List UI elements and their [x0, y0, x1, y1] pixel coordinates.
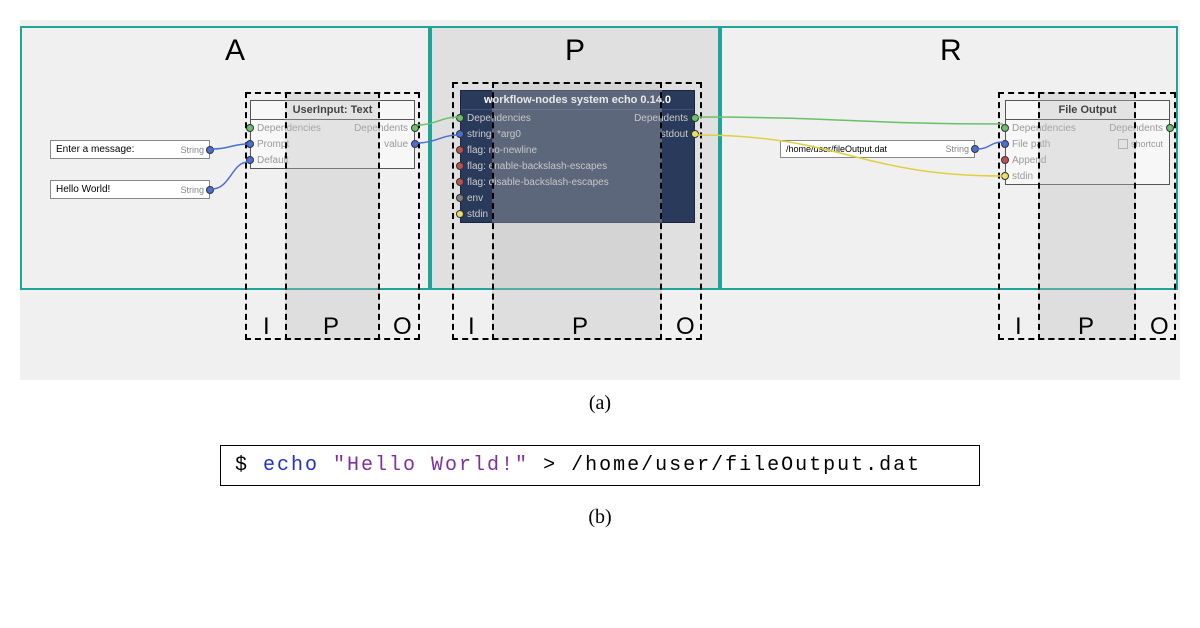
port-icon: [971, 145, 979, 153]
filepath-text: /home/user/fileOutput.dat: [786, 144, 887, 154]
filepath-type: String: [945, 144, 969, 154]
prompt-input[interactable]: Enter a message: String: [50, 140, 210, 159]
ipo-r-i: I: [1015, 313, 1022, 341]
command-line: $ echo "Hello World!" > /home/user/fileO…: [220, 445, 980, 486]
ipo-p-p: [492, 82, 662, 340]
value-input-text: Hello World!: [56, 184, 110, 195]
ipo-r-p: [1038, 92, 1136, 340]
section-p-label: P: [565, 34, 585, 68]
ipo-a-p: [285, 92, 380, 340]
prompt-input-text: Enter a message:: [56, 144, 134, 155]
ipo-p-o: O: [676, 313, 695, 341]
section-r-label: R: [940, 34, 962, 68]
value-type: String: [180, 185, 204, 195]
filepath-input[interactable]: /home/user/fileOutput.dat String: [780, 140, 975, 158]
caption-b: (b): [20, 506, 1180, 529]
ipo-r-p-label: P: [1078, 313, 1094, 341]
cmd-echo: echo: [263, 454, 319, 477]
port-icon: [206, 146, 214, 154]
ipo-r-o: O: [1150, 313, 1169, 341]
caption-a: (a): [20, 392, 1180, 415]
cmd-prompt: $: [235, 454, 263, 477]
workflow-diagram: A P R Enter a message: String Hello Worl…: [20, 20, 1180, 380]
cmd-rest: > /home/user/fileOutput.dat: [543, 454, 921, 477]
ipo-a-i: I: [263, 313, 270, 341]
port-icon: [206, 186, 214, 194]
section-a-label: A: [225, 34, 245, 68]
value-input[interactable]: Hello World! String: [50, 180, 210, 199]
ipo-a-p-label: P: [323, 313, 339, 341]
cmd-string: "Hello World!": [319, 454, 543, 477]
ipo-a-o: O: [393, 313, 412, 341]
ipo-p-i: I: [468, 313, 475, 341]
ipo-p-p-label: P: [572, 313, 588, 341]
prompt-type: String: [180, 145, 204, 155]
